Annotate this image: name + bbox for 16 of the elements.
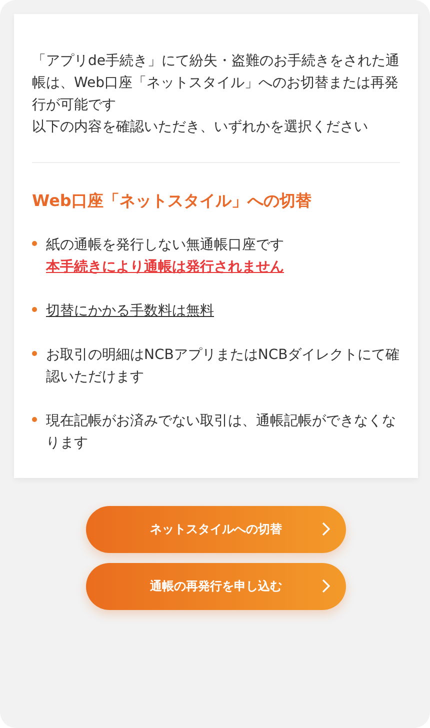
chevron-right-icon: [322, 579, 330, 593]
bullet-text: 切替にかかる手数料は無料: [46, 302, 214, 321]
bullet-text: お取引の明細はNCBアプリまたはNCBダイレクトにて確認いただけます: [46, 346, 400, 387]
bullet-icon: [32, 351, 37, 356]
bullet-text: 現在記帳がお済みでない取引は、通帳記帳ができなくなります: [46, 412, 397, 453]
bullet-text: 紙の通帳を発行しない無通帳口座です: [46, 236, 284, 255]
bullet-icon: [32, 307, 37, 312]
warning-text: 本手続きにより通帳は発行されません: [46, 258, 284, 277]
section-title: Web口座「ネットスタイル」への切替: [32, 191, 312, 212]
chevron-right-icon: [322, 522, 330, 536]
intro-text: 以下の内容を確認いただき、いずれかを選択ください: [32, 118, 369, 137]
action-button[interactable]: ネットスタイルへの切替: [86, 506, 346, 553]
bullet-icon: [32, 417, 37, 422]
intro-text: 「アプリde手続き」にて紛失・盗難のお手続きをされた通帳は、Web口座「ネットスタイル」へのお切替または再発行が可能です: [32, 52, 400, 115]
bullet-icon: [32, 241, 37, 246]
action-button[interactable]: 通帳の再発行を申し込む: [86, 563, 346, 610]
